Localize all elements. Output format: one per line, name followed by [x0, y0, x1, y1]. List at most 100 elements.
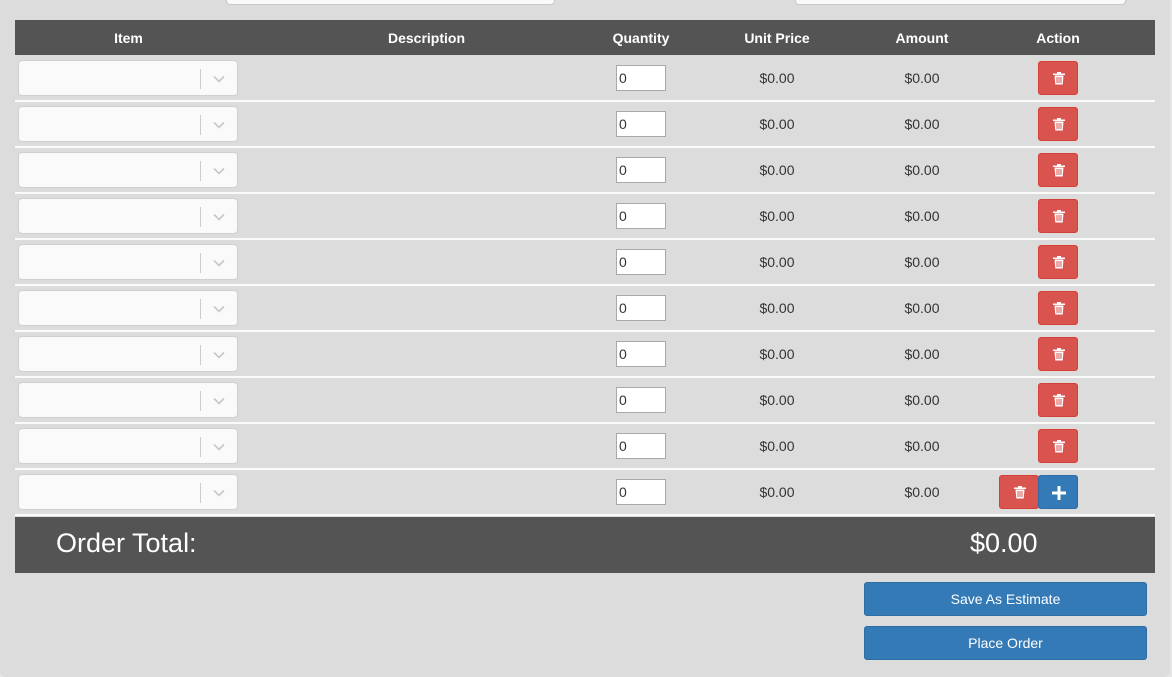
description-cell [242, 423, 611, 470]
amount-cell: $0.00 [883, 331, 961, 378]
order-items-table: Item Description Quantity Unit Price Amo… [15, 20, 1155, 516]
unit-price-cell: $0.00 [671, 193, 883, 240]
quantity-input[interactable] [616, 111, 666, 137]
unit-price-cell: $0.00 [671, 377, 883, 424]
select-separator [200, 207, 201, 227]
action-cell [961, 285, 1155, 332]
chevron-down-icon[interactable] [212, 164, 226, 178]
quantity-input[interactable] [616, 479, 666, 505]
item-cell [15, 101, 242, 148]
item-cell [15, 147, 242, 194]
delete-row-button[interactable] [1038, 245, 1078, 279]
amount-cell: $0.00 [883, 147, 961, 194]
select-separator [200, 391, 201, 411]
quantity-cell [611, 55, 671, 102]
quantity-cell [611, 285, 671, 332]
item-select[interactable] [18, 336, 238, 372]
item-select[interactable] [18, 244, 238, 280]
description-cell [242, 193, 611, 240]
item-select[interactable] [18, 290, 238, 326]
chevron-down-icon[interactable] [212, 486, 226, 500]
description-cell [242, 469, 611, 516]
table-row: $0.00$0.00 [15, 331, 1155, 378]
quantity-input[interactable] [616, 433, 666, 459]
chevron-down-icon[interactable] [212, 348, 226, 362]
unit-price-cell: $0.00 [671, 285, 883, 332]
delete-row-button[interactable] [1038, 107, 1078, 141]
column-header-amount: Amount [883, 20, 961, 55]
delete-row-button[interactable] [1038, 60, 1078, 95]
save-as-estimate-button[interactable]: Save As Estimate [864, 582, 1147, 616]
quantity-cell [611, 423, 671, 470]
chevron-down-icon[interactable] [212, 210, 226, 224]
item-cell [15, 55, 242, 102]
description-cell [242, 101, 611, 148]
delete-row-button[interactable] [1038, 429, 1078, 463]
action-cell [961, 423, 1155, 470]
quantity-cell [611, 331, 671, 378]
chevron-down-icon[interactable] [212, 72, 226, 86]
table-row: $0.00$0.00 [15, 469, 1155, 516]
action-cell [961, 331, 1155, 378]
top-input-field[interactable] [795, 0, 1126, 5]
item-select[interactable] [18, 382, 238, 418]
item-cell [15, 239, 242, 286]
amount-cell: $0.00 [883, 193, 961, 240]
column-header-item: Item [15, 20, 242, 55]
action-cell [961, 239, 1155, 286]
chevron-down-icon[interactable] [212, 394, 226, 408]
delete-row-button[interactable] [1038, 199, 1078, 233]
item-select[interactable] [18, 198, 238, 234]
table-header-row: Item Description Quantity Unit Price Amo… [15, 20, 1155, 55]
quantity-input[interactable] [616, 157, 666, 183]
item-select[interactable] [18, 106, 238, 142]
description-cell [242, 147, 611, 194]
select-separator [200, 161, 201, 181]
delete-row-button[interactable] [1038, 291, 1078, 325]
order-total-label: Order Total: [56, 528, 197, 558]
quantity-input[interactable] [616, 249, 666, 275]
item-cell [15, 423, 242, 470]
item-cell [15, 285, 242, 332]
chevron-down-icon[interactable] [212, 256, 226, 270]
item-select[interactable] [18, 428, 238, 464]
item-cell [15, 377, 242, 424]
amount-cell: $0.00 [883, 55, 961, 102]
quantity-cell [611, 469, 671, 516]
quantity-cell [611, 377, 671, 424]
item-select[interactable] [18, 59, 238, 96]
item-select[interactable] [18, 474, 238, 510]
column-header-description: Description [242, 20, 611, 55]
order-total-bar: Order Total: $0.00 [15, 517, 1155, 573]
quantity-input[interactable] [616, 341, 666, 367]
select-separator [200, 299, 201, 319]
quantity-input[interactable] [616, 295, 666, 321]
amount-cell: $0.00 [883, 101, 961, 148]
select-separator [200, 483, 201, 503]
table-row: $0.00$0.00 [15, 423, 1155, 470]
action-cell [961, 101, 1155, 148]
place-order-button[interactable]: Place Order [864, 626, 1147, 660]
amount-cell: $0.00 [883, 423, 961, 470]
action-cell [961, 377, 1155, 424]
delete-row-button[interactable] [1038, 153, 1078, 187]
amount-cell: $0.00 [883, 239, 961, 286]
top-input-field[interactable] [226, 0, 555, 5]
delete-row-button[interactable] [1038, 383, 1078, 417]
quantity-input[interactable] [616, 203, 666, 229]
table-row: $0.00$0.00 [15, 285, 1155, 332]
quantity-input[interactable] [616, 387, 666, 413]
amount-cell: $0.00 [883, 469, 961, 516]
unit-price-cell: $0.00 [671, 469, 883, 516]
order-form-panel: Item Description Quantity Unit Price Amo… [0, 0, 1170, 677]
chevron-down-icon[interactable] [212, 302, 226, 316]
column-header-action: Action [961, 20, 1155, 55]
quantity-input[interactable] [616, 64, 666, 91]
chevron-down-icon[interactable] [212, 118, 226, 132]
item-select[interactable] [18, 152, 238, 188]
add-row-button[interactable] [1037, 475, 1078, 509]
delete-row-button[interactable] [1038, 337, 1078, 371]
delete-row-button[interactable] [998, 475, 1039, 509]
table-row: $0.00$0.00 [15, 147, 1155, 194]
chevron-down-icon[interactable] [212, 440, 226, 454]
